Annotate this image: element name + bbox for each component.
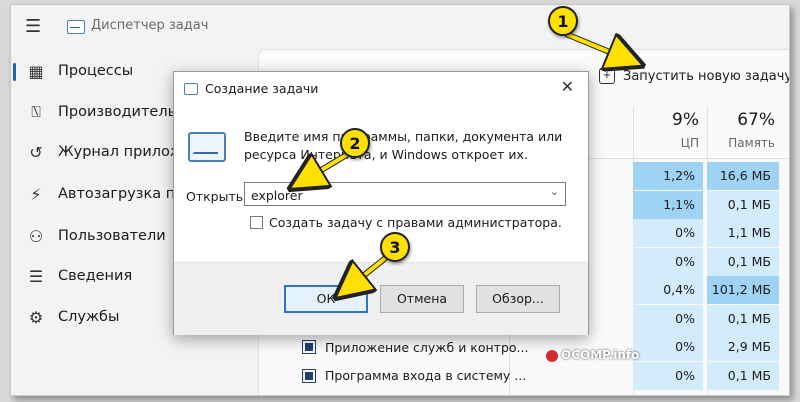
sidebar-item-label: Службы (58, 309, 120, 325)
cancel-button[interactable]: Отмена (380, 285, 464, 313)
run-program-icon (188, 132, 226, 162)
ok-button[interactable]: ОК (284, 285, 368, 313)
details-icon: ☰ (28, 266, 44, 286)
sidebar-item-label: Производитель (58, 104, 177, 120)
watermark: OCOMP.info (546, 348, 639, 362)
run-new-task-button[interactable]: + Запустить новую задачу (599, 68, 790, 84)
step-1-badge: 1 (548, 6, 578, 36)
task-manager-app-icon (67, 20, 85, 34)
checkbox-box[interactable] (250, 216, 263, 229)
cpu-percent: 9% (672, 110, 699, 130)
dialog-close-icon[interactable]: ✕ (561, 77, 574, 96)
memory-cell: 0,1 МБ (707, 304, 779, 333)
performance-icon: ⍂ (31, 102, 41, 121)
step-2-badge: 2 (340, 128, 370, 158)
memory-cell: 2,9 МБ (707, 333, 779, 361)
dialog-app-icon (184, 82, 198, 95)
dialog-title-bar: Создание задачи (184, 81, 318, 96)
cpu-cell: 0% (633, 304, 703, 333)
services-icon: ⚙ (28, 307, 44, 327)
task-manager-window: ☰ Диспетчер задач ▦ Процессы ⍂ Производи… (10, 4, 790, 396)
memory-column-header[interactable]: 67% Память (707, 110, 775, 160)
step-3-badge: 3 (380, 232, 410, 262)
history-icon: ↺ (29, 142, 43, 162)
cpu-column-header[interactable]: 9% ЦП (633, 110, 699, 160)
selection-indicator (13, 63, 16, 81)
watermark-logo-icon (546, 349, 558, 362)
dialog-title: Создание задачи (205, 81, 319, 96)
cpu-cell: 1,2% (633, 162, 703, 190)
memory-cell: 0,1 МБ (707, 247, 779, 276)
sidebar-item-label: Процессы (58, 63, 134, 79)
process-name-cell: Программа входа в систему ... (302, 362, 527, 390)
run-new-task-label: Запустить новую задачу (623, 68, 790, 84)
startup-icon: ⚡ (30, 184, 42, 204)
cpu-label: ЦП (680, 136, 699, 150)
new-task-icon: + (599, 68, 615, 84)
create-task-dialog: Создание задачи ✕ Введите имя программы,… (173, 71, 589, 335)
title-bar: ☰ Диспетчер задач (11, 5, 789, 45)
hamburger-menu-icon[interactable]: ☰ (25, 18, 41, 36)
process-name: Программа входа в систему ... (325, 368, 527, 383)
watermark-text: OCOMP.info (561, 348, 640, 362)
memory-percent: 67% (737, 110, 775, 130)
cpu-cell: 1,1% (633, 190, 703, 219)
memory-cell: 16,6 МБ (707, 162, 779, 190)
cpu-cell: 0,4% (633, 276, 703, 304)
memory-cell: 0,1 МБ (707, 361, 779, 390)
processes-icon: ▦ (28, 61, 44, 81)
memory-label: Память (728, 136, 775, 150)
cpu-cell: 0% (633, 361, 703, 390)
memory-cell: 1,1 МБ (707, 219, 779, 247)
chevron-down-icon[interactable]: ⌄ (550, 185, 559, 198)
process-name: Приложение служб и контро... (325, 339, 529, 355)
process-icon (302, 340, 316, 354)
cpu-cell: 0% (633, 247, 703, 276)
dialog-footer: ОК Отмена Обзор... (174, 262, 588, 335)
cpu-cell: 0% (633, 333, 703, 361)
cpu-cell: 0% (633, 219, 703, 247)
open-combobox[interactable]: ⌄ (244, 182, 566, 206)
process-name-cell: Приложение служб и контро... (302, 333, 529, 361)
process-icon (302, 368, 316, 383)
open-input[interactable] (249, 184, 543, 206)
admin-rights-label: Создать задачу с правами администратора. (269, 215, 562, 230)
sidebar-item-label: Автозагрузка пр (58, 186, 185, 202)
dialog-description: Введите имя программы, папки, документа … (244, 129, 563, 162)
users-icon: ⚇ (28, 226, 44, 246)
sidebar-item-label: Журнал прилож (58, 144, 183, 160)
sidebar-item-label: Сведения (58, 268, 133, 284)
open-label: Открыть: (186, 189, 248, 204)
admin-rights-checkbox[interactable]: Создать задачу с правами администратора. (250, 215, 562, 230)
memory-cell: 101,2 МБ (707, 276, 779, 304)
app-title: Диспетчер задач (91, 18, 209, 33)
browse-button[interactable]: Обзор... (476, 285, 560, 313)
memory-cell: 0,1 МБ (707, 190, 779, 219)
sidebar-item-label: Пользователи (58, 228, 166, 244)
